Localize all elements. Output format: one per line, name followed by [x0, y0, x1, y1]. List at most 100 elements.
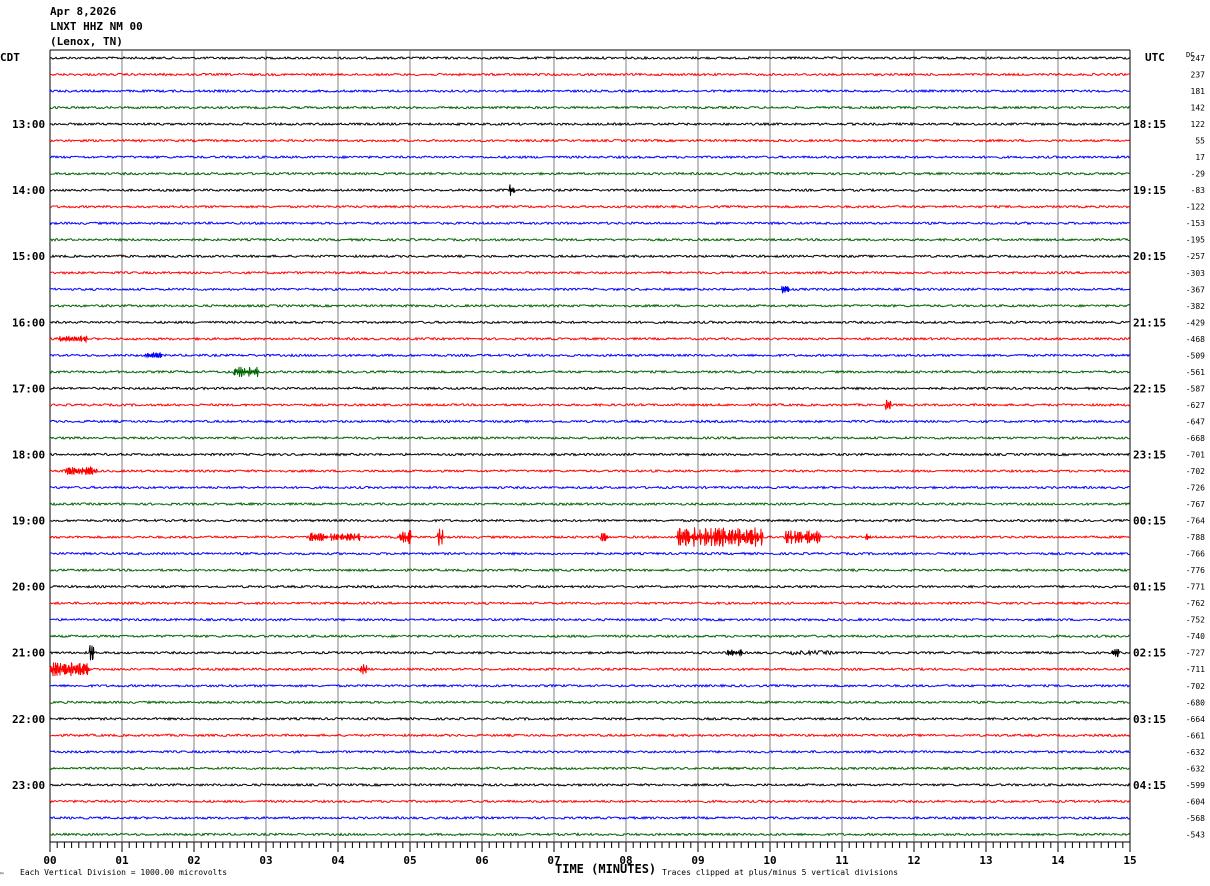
x-tick-label: 14	[1051, 854, 1065, 867]
seismic-trace	[49, 138, 1131, 143]
dc-offset-label: -752	[1186, 616, 1205, 625]
dc-offset-label: 122	[1191, 120, 1206, 129]
seismic-trace	[49, 303, 1131, 308]
seismic-trace	[50, 254, 1131, 259]
seismic-trace	[49, 435, 1131, 441]
seismic-trace	[49, 782, 1131, 788]
seismic-trace	[49, 121, 1131, 127]
dc-offset-label: -727	[1186, 649, 1205, 658]
x-tick-label: 09	[691, 854, 704, 867]
clip-note: Traces clipped at plus/minus 5 vertical …	[662, 868, 898, 877]
x-tick-label: 02	[187, 854, 200, 867]
dc-offset-label: -664	[1186, 715, 1205, 724]
left-hour-label: 19:00	[12, 515, 45, 528]
seismic-trace	[49, 749, 1131, 755]
dc-offset-label: -153	[1186, 219, 1205, 228]
x-tick-label: 10	[763, 854, 776, 867]
seismic-trace	[49, 465, 1131, 476]
seismic-trace	[49, 399, 1131, 411]
x-tick-label: 01	[115, 854, 129, 867]
dc-offset-label: -632	[1186, 748, 1205, 757]
dc-offset-label: -382	[1186, 302, 1205, 311]
seismic-trace	[49, 105, 1131, 110]
right-hour-label: 02:15	[1133, 647, 1166, 660]
x-axis-title: TIME (MINUTES)	[555, 862, 656, 876]
seismic-trace	[49, 662, 1131, 677]
dc-offset-label: -509	[1186, 351, 1205, 360]
dc-offset-label: 55	[1195, 137, 1205, 146]
seismic-trace	[49, 601, 1131, 606]
dc-offset-label: -647	[1186, 417, 1205, 426]
seismic-trace	[49, 270, 1131, 275]
dc-offset-label: -587	[1186, 384, 1205, 393]
dc-offset-label: -468	[1186, 335, 1205, 344]
seismic-trace	[49, 683, 1131, 688]
seismic-trace	[49, 184, 1130, 196]
dc-offset-label: -122	[1186, 203, 1205, 212]
dc-offset-label: -29	[1191, 170, 1206, 179]
seismic-trace	[49, 154, 1131, 160]
seismic-trace	[49, 716, 1131, 722]
left-hour-label: 14:00	[12, 184, 45, 197]
right-hour-label: 03:15	[1133, 713, 1166, 726]
x-tick-label: 04	[331, 854, 345, 867]
right-hour-label: 18:15	[1133, 118, 1166, 131]
dc-offset-label: 17	[1195, 153, 1205, 162]
x-tick-label: 05	[403, 854, 416, 867]
x-tick-label: 00	[43, 854, 56, 867]
dc-offset-label: -701	[1186, 450, 1205, 459]
dc-offset-label: -195	[1186, 236, 1205, 245]
left-hour-label: 15:00	[12, 250, 45, 263]
x-tick-label: 11	[835, 854, 849, 867]
traces	[49, 55, 1131, 837]
seismic-trace	[49, 285, 1131, 295]
dc-offset-label: -604	[1186, 797, 1205, 806]
dc-offset-label: -429	[1186, 318, 1205, 327]
scale-note: Each Vertical Division = 1000.00 microvo…	[20, 868, 227, 877]
dc-offset-label: -766	[1186, 550, 1205, 559]
seismic-trace	[49, 700, 1131, 705]
seismic-trace	[50, 518, 1131, 523]
seismic-trace	[49, 452, 1131, 457]
dc-offset-label: -627	[1186, 401, 1205, 410]
dc-offset-label: -568	[1186, 814, 1205, 823]
right-hour-label: 21:15	[1133, 316, 1166, 329]
axis-labels: 00 01 02 03 04 05 06 07 08 09 10 11 12 13 14 1513:0014:…	[12, 54, 1205, 867]
seismic-trace	[49, 766, 1131, 771]
x-tick-label: 15	[1123, 854, 1136, 867]
dc-offset-label: -661	[1186, 731, 1205, 740]
seismic-trace	[49, 501, 1131, 507]
corner-mark: ™	[0, 872, 4, 879]
x-tick-label: 03	[259, 854, 272, 867]
dc-offset-label: -257	[1186, 252, 1205, 261]
seismic-trace	[49, 386, 1131, 391]
left-hour-label: 13:00	[12, 118, 45, 131]
seismic-trace	[49, 617, 1131, 622]
seismic-trace	[49, 351, 1131, 359]
seismic-trace	[49, 567, 1131, 573]
seismic-trace	[49, 584, 1131, 589]
seismic-trace	[49, 72, 1131, 77]
dc-offset-label: -83	[1191, 186, 1206, 195]
seismic-trace	[49, 204, 1131, 210]
seismic-trace	[49, 320, 1131, 325]
dc-offset-label: -543	[1186, 830, 1205, 839]
left-hour-label: 16:00	[12, 316, 45, 329]
dc-offset-label: -740	[1186, 632, 1205, 641]
dc-offset-label: 142	[1191, 104, 1206, 113]
left-hour-label: 17:00	[12, 382, 45, 395]
seismic-trace	[49, 88, 1131, 94]
left-hour-label: 20:00	[12, 581, 45, 594]
seismic-trace	[49, 237, 1131, 242]
left-hour-label: 18:00	[12, 448, 45, 461]
dc-offset-label: -767	[1186, 500, 1205, 509]
dc-offset-label: -711	[1186, 665, 1205, 674]
seismic-trace	[49, 485, 1131, 490]
seismic-trace	[49, 55, 1131, 61]
seismic-trace	[49, 799, 1131, 804]
seismic-trace	[49, 645, 1131, 661]
seismic-trace	[49, 366, 1131, 378]
dc-offset-label: 181	[1191, 87, 1206, 96]
right-hour-label: 01:15	[1133, 581, 1166, 594]
seismic-trace	[49, 419, 1131, 424]
